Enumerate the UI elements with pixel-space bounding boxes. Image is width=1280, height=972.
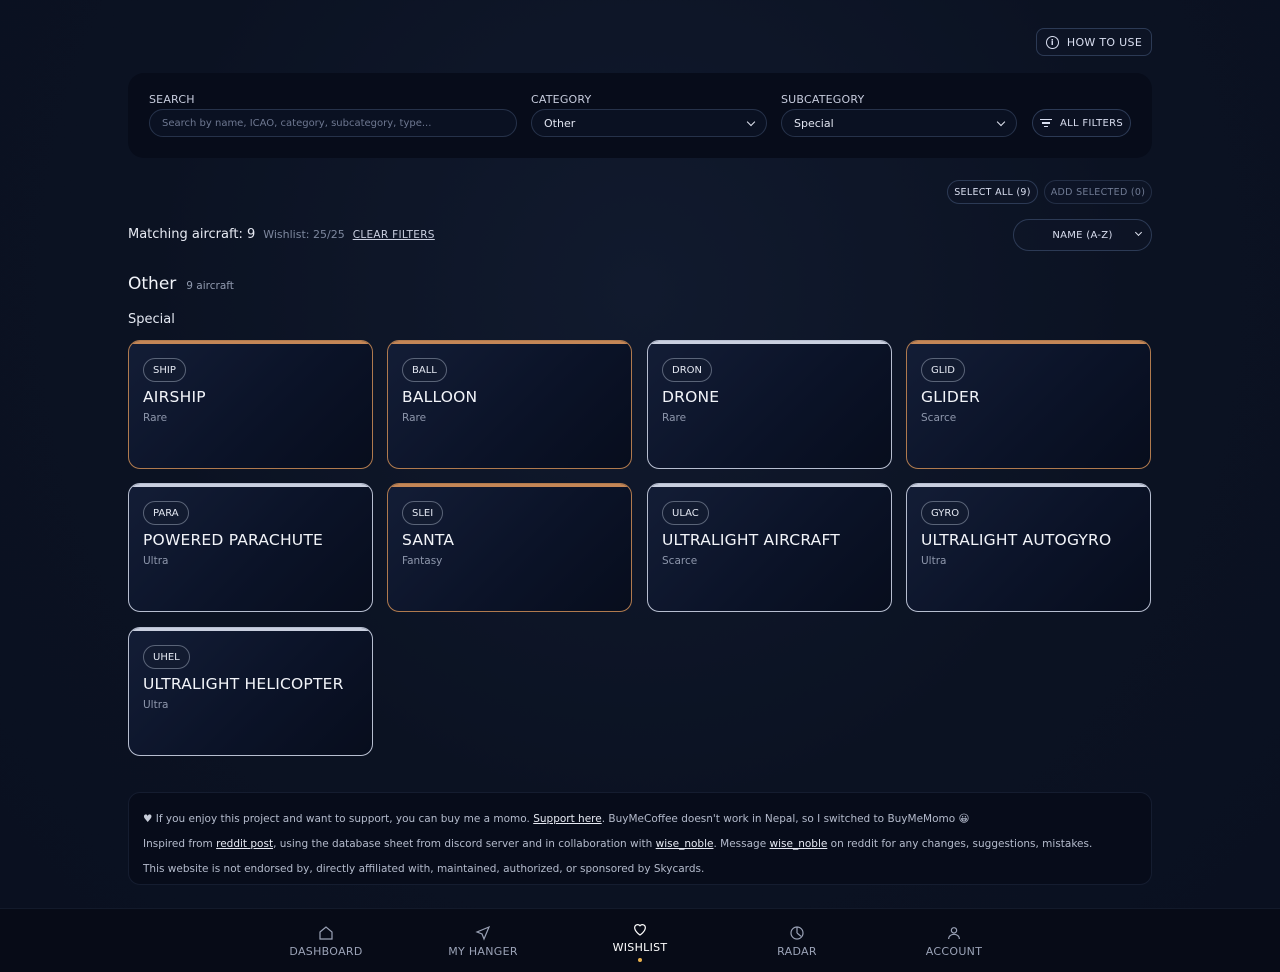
aircraft-name: GLIDER bbox=[921, 388, 980, 406]
support-link[interactable]: Support here bbox=[533, 813, 602, 825]
aircraft-card[interactable]: PARA POWERED PARACHUTE Ultra bbox=[128, 483, 373, 612]
nav-label: ACCOUNT bbox=[925, 944, 983, 958]
footer-line-disclaimer: This website is not endorsed by, directl… bbox=[143, 863, 705, 875]
all-filters-button[interactable]: ALL FILTERS bbox=[1032, 109, 1131, 137]
filters-panel: SEARCH CATEGORY Other SUBCATEGORY Specia… bbox=[128, 73, 1152, 158]
aircraft-card[interactable]: DRON DRONE Rare bbox=[647, 340, 892, 469]
results-summary: Matching aircraft: 9 Wishlist: 25/25 CLE… bbox=[128, 227, 435, 242]
how-to-use-button[interactable]: i HOW TO USE bbox=[1036, 28, 1152, 56]
nav-wishlist[interactable]: WISHLIST bbox=[580, 909, 700, 972]
aircraft-card[interactable]: GLID GLIDER Scarce bbox=[906, 340, 1151, 469]
footer-text: . BuyMeCoffee doesn't work in Nepal, so … bbox=[601, 813, 970, 825]
aircraft-name: SANTA bbox=[402, 531, 455, 549]
subcategory-value: Special bbox=[794, 116, 834, 130]
reddit-post-link[interactable]: reddit post bbox=[216, 838, 273, 850]
icao-badge: GYRO bbox=[921, 501, 970, 525]
sort-select[interactable]: NAME (A-Z) bbox=[1013, 219, 1152, 251]
heart-icon: ♥ bbox=[143, 813, 153, 825]
search-input[interactable] bbox=[162, 117, 504, 129]
aircraft-rarity: Rare bbox=[143, 412, 168, 424]
aircraft-rarity: Rare bbox=[662, 412, 687, 424]
aircraft-name: ULTRALIGHT AIRCRAFT bbox=[662, 531, 840, 549]
chevron-down-icon bbox=[996, 117, 1006, 126]
footer-text: Inspired from bbox=[143, 838, 213, 850]
footer-line-credits: Inspired from reddit post, using the dat… bbox=[143, 832, 1137, 857]
search-label: SEARCH bbox=[149, 93, 195, 106]
add-selected-button[interactable]: ADD SELECTED (0) bbox=[1044, 180, 1152, 204]
aircraft-card[interactable]: ULAC ULTRALIGHT AIRCRAFT Scarce bbox=[647, 483, 892, 612]
icao-badge: PARA bbox=[143, 501, 189, 525]
radar-icon bbox=[790, 925, 804, 940]
chevron-down-icon bbox=[746, 117, 756, 126]
category-value: Other bbox=[544, 116, 576, 130]
aircraft-name: POWERED PARACHUTE bbox=[143, 531, 324, 549]
active-indicator bbox=[638, 957, 642, 962]
info-icon: i bbox=[1045, 35, 1059, 49]
aircraft-card[interactable]: GYRO ULTRALIGHT AUTOGYRO Ultra bbox=[906, 483, 1151, 612]
icao-badge: SHIP bbox=[143, 358, 186, 382]
aircraft-rarity: Scarce bbox=[662, 555, 698, 567]
wise-noble-link[interactable]: wise_noble bbox=[656, 838, 714, 850]
footer-line-support: ♥ If you enjoy this project and want to … bbox=[143, 807, 1137, 832]
category-label: CATEGORY bbox=[531, 93, 592, 106]
filter-icon bbox=[1039, 119, 1052, 127]
matching-count: Matching aircraft: 9 bbox=[128, 227, 256, 242]
group-header: Other 9 aircraft bbox=[128, 274, 234, 294]
subgroup-title: Special bbox=[128, 312, 175, 327]
subcategory-select[interactable]: Special bbox=[781, 109, 1017, 137]
icao-badge: DRON bbox=[662, 358, 712, 382]
footer-text: , using the database sheet from discord … bbox=[273, 838, 653, 850]
aircraft-name: ULTRALIGHT HELICOPTER bbox=[143, 675, 344, 693]
nav-label: MY HANGER bbox=[448, 944, 518, 958]
aircraft-rarity: Rare bbox=[402, 412, 427, 424]
nav-account[interactable]: ACCOUNT bbox=[894, 909, 1014, 972]
aircraft-rarity: Ultra bbox=[143, 555, 169, 567]
aircraft-name: ULTRALIGHT AUTOGYRO bbox=[921, 531, 1112, 549]
all-filters-label: ALL FILTERS bbox=[1059, 117, 1124, 129]
aircraft-card[interactable]: BALL BALLOON Rare bbox=[387, 340, 632, 469]
nav-label: WISHLIST bbox=[612, 940, 668, 954]
chevron-down-icon bbox=[1134, 228, 1143, 237]
aircraft-rarity: Fantasy bbox=[402, 555, 443, 567]
nav-dashboard[interactable]: DASHBOARD bbox=[266, 909, 386, 972]
aircraft-rarity: Ultra bbox=[143, 699, 169, 711]
select-all-button[interactable]: SELECT ALL (9) bbox=[947, 180, 1038, 204]
subcategory-label: SUBCATEGORY bbox=[781, 93, 865, 106]
nav-radar[interactable]: RADAR bbox=[737, 909, 857, 972]
user-icon bbox=[948, 926, 960, 939]
wise-noble-message-link[interactable]: wise_noble bbox=[770, 838, 828, 850]
bottom-nav: DASHBOARD MY HANGER WISHLIST RADAR ACCOU… bbox=[0, 908, 1280, 972]
nav-label: RADAR bbox=[777, 944, 817, 958]
aircraft-card[interactable]: UHEL ULTRALIGHT HELICOPTER Ultra bbox=[128, 627, 373, 756]
aircraft-name: BALLOON bbox=[402, 388, 478, 406]
clear-filters-link[interactable]: CLEAR FILTERS bbox=[353, 229, 435, 241]
icao-badge: GLID bbox=[921, 358, 965, 382]
sort-value: NAME (A-Z) bbox=[1052, 229, 1113, 241]
aircraft-card[interactable]: SLEI SANTA Fantasy bbox=[387, 483, 632, 612]
aircraft-name: DRONE bbox=[662, 388, 720, 406]
footer-text: on reddit for any changes, suggestions, … bbox=[830, 838, 1093, 850]
navigation-icon bbox=[475, 925, 491, 941]
icao-badge: SLEI bbox=[402, 501, 444, 525]
aircraft-card[interactable]: SHIP AIRSHIP Rare bbox=[128, 340, 373, 469]
home-icon bbox=[319, 925, 333, 940]
footer-text: . Message bbox=[713, 838, 767, 850]
nav-my-hanger[interactable]: MY HANGER bbox=[423, 909, 543, 972]
footer-info: ♥ If you enjoy this project and want to … bbox=[128, 792, 1152, 885]
aircraft-rarity: Ultra bbox=[921, 555, 947, 567]
aircraft-rarity: Scarce bbox=[921, 412, 957, 424]
footer-text: If you enjoy this project and want to su… bbox=[155, 813, 530, 825]
icao-badge: BALL bbox=[402, 358, 447, 382]
search-field[interactable] bbox=[149, 109, 517, 137]
group-title: Other bbox=[128, 274, 177, 294]
nav-label: DASHBOARD bbox=[289, 944, 363, 958]
aircraft-name: AIRSHIP bbox=[143, 388, 206, 406]
how-to-use-label: HOW TO USE bbox=[1066, 35, 1143, 49]
category-select[interactable]: Other bbox=[531, 109, 767, 137]
heart-icon bbox=[634, 923, 646, 936]
group-count: 9 aircraft bbox=[186, 280, 234, 292]
icao-badge: ULAC bbox=[662, 501, 709, 525]
wishlist-count: Wishlist: 25/25 bbox=[263, 228, 345, 241]
icao-badge: UHEL bbox=[143, 645, 190, 669]
